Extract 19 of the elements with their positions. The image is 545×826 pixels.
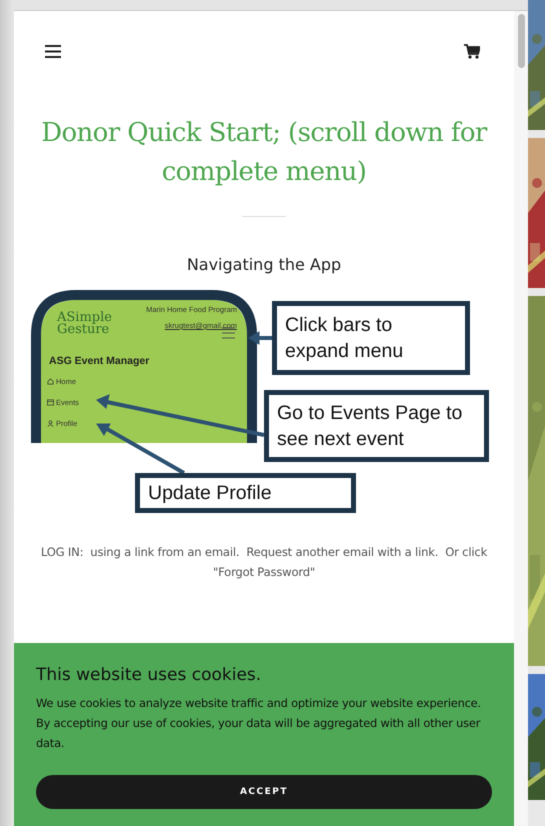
callout-box: Go to Events Page to see next event [264,390,489,462]
cart-icon[interactable] [464,44,480,58]
logo: ASimple Gesture [57,312,113,336]
person-icon [47,420,54,427]
calendar-icon [47,399,54,406]
cookie-message: We use cookies to analyze website traffic and optimize your website experience. By accepting our use of cookies, your data will be aggregated with all other user data. [36,695,482,752]
app-title: ASG Event Manager [49,355,150,367]
login-note: LOG IN: using a link from an email. Request another email with a link. Or click "Forgot Password" [40,544,488,581]
menu-icon[interactable] [45,44,61,58]
cookie-title: This website uses cookies. [36,665,262,685]
section-heading: Navigating the App [186,255,342,274]
home-icon [47,378,54,385]
scrollbar-thumb[interactable] [518,14,525,68]
hamburger-icon [222,328,236,338]
page-title: Donor Quick Start; (scroll down for complete menu) [40,117,488,189]
arrow [248,331,272,345]
accept-button[interactable]: ACCEPT [36,775,492,809]
callout-box: Update Profile [135,473,356,513]
callout-box: Click bars to expand menu [272,301,470,375]
